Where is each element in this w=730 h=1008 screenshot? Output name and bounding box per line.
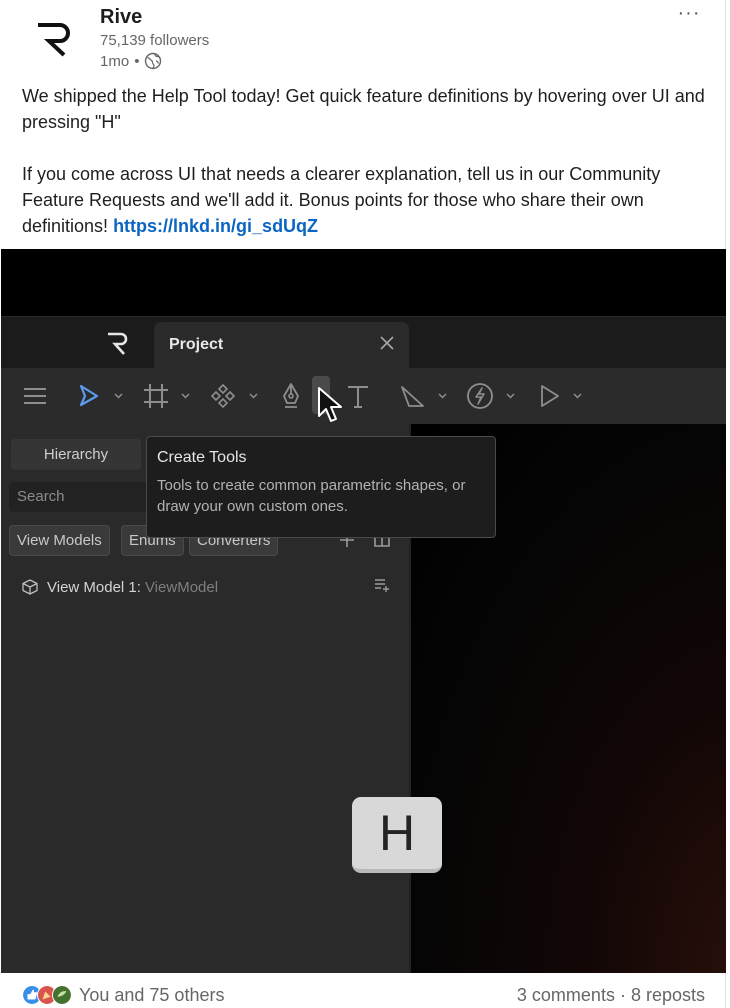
events-bolt-icon[interactable] [466,382,494,410]
globe-icon [145,52,162,70]
chip-view-models[interactable]: View Models [9,525,110,556]
artboard-icon[interactable] [142,382,170,410]
chevron-down-icon[interactable] [506,392,515,400]
tab-project-label: Project [169,336,224,353]
more-options-button[interactable]: ··· [674,2,704,26]
chevron-down-icon[interactable] [181,392,190,400]
view-model-row[interactable]: View Model 1: ViewModel [21,574,401,600]
post-time: 1mo [100,52,130,70]
play-icon[interactable] [535,382,563,410]
follower-count: 75,139 followers [100,32,210,49]
tab-project[interactable]: Project [154,322,409,369]
company-name[interactable]: Rive [100,6,142,29]
reposts-count[interactable]: 8 reposts [631,985,705,1006]
text-tool-icon[interactable] [344,382,372,410]
meta-dot: • [134,52,140,70]
view-model-name: View Model 1: [47,578,141,596]
engagement-stats: 3 comments · 8 reposts [517,985,705,1006]
comments-count[interactable]: 3 comments [517,985,615,1006]
tooltip-body: Tools to create common parametric shapes… [157,477,466,515]
tooltip-title: Create Tools [157,449,247,466]
rive-logo-icon [38,23,70,57]
post-meta: 1mo • [100,52,162,70]
bone-tool-icon[interactable] [399,382,427,410]
tab-hierarchy[interactable]: Hierarchy [11,439,141,470]
stats-separator: · [619,985,626,1005]
close-icon[interactable] [376,332,398,354]
select-pointer-icon[interactable] [75,382,103,410]
post-social-bar: You and 75 others 3 comments · 8 reposts [0,973,726,1008]
post-media-video[interactable]: Project Hierarchy Search View Models Enu… [1,249,726,973]
linkedin-post: Rive 75,139 followers 1mo • ··· We shipp… [0,0,726,1008]
mouse-cursor-icon [318,387,342,422]
chevron-down-icon[interactable] [249,392,258,400]
reactions-count[interactable]: You and 75 others [79,985,224,1006]
rive-app-logo-icon[interactable] [106,330,130,356]
view-model-type: ViewModel [144,578,219,596]
post-body: We shipped the Help Tool today! Get quic… [22,83,712,239]
pen-tool-icon[interactable] [277,382,305,410]
chevron-down-icon[interactable] [114,392,123,400]
help-tooltip: Create Tools Tools to create common para… [146,436,496,538]
post-text-paragraph-2: If you come across UI that needs a clear… [22,161,712,239]
support-reaction-icon [52,985,72,1005]
add-property-icon[interactable] [373,576,391,594]
reaction-icons[interactable] [22,985,72,1005]
chevron-down-icon[interactable] [438,392,447,400]
search-input[interactable]: Search [9,482,149,512]
chevron-down-icon[interactable] [573,392,582,400]
component-icon[interactable] [209,382,237,410]
app-titlebar: Project [1,316,726,369]
app-toolbar [1,368,726,424]
post-link[interactable]: https://lnkd.in/gi_sdUqZ [113,216,318,236]
cube-icon [22,579,38,595]
post-text-paragraph-1: We shipped the Help Tool today! Get quic… [22,86,705,132]
menu-icon[interactable] [21,382,49,410]
keyboard-key-h: H [352,797,442,873]
company-logo[interactable] [22,5,86,69]
